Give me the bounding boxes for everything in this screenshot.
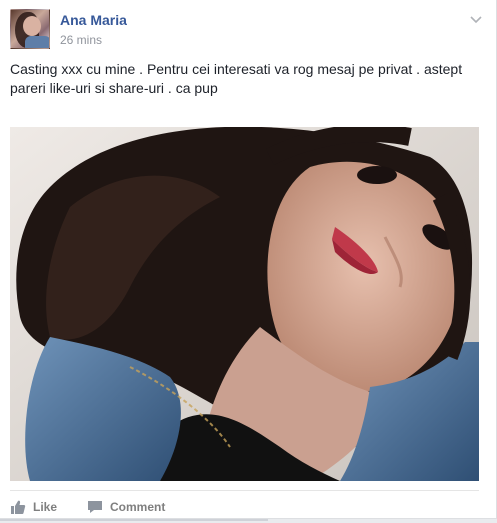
chevron-down-icon[interactable] (468, 11, 484, 27)
author-name[interactable]: Ana Maria (60, 12, 127, 28)
speech-bubble-icon (87, 499, 103, 515)
thumbs-up-icon (10, 499, 26, 515)
post-timestamp[interactable]: 26 mins (60, 33, 102, 47)
author-avatar[interactable] (10, 9, 50, 49)
like-button[interactable]: Like (10, 497, 57, 517)
avatar-shirt (25, 36, 49, 48)
avatar-face (23, 16, 41, 36)
post-photo[interactable] (10, 127, 479, 481)
comment-label: Comment (110, 500, 166, 514)
like-label: Like (33, 500, 58, 514)
comment-button[interactable]: Comment (87, 497, 165, 517)
post-text: Casting xxx cu mine . Pentru cei interes… (10, 61, 463, 96)
post-header: Ana Maria 26 mins (10, 9, 486, 53)
post-card: Ana Maria 26 mins Casting xxx cu mine . … (0, 0, 497, 519)
actions-divider (10, 490, 479, 491)
bottom-rule (0, 519, 268, 521)
